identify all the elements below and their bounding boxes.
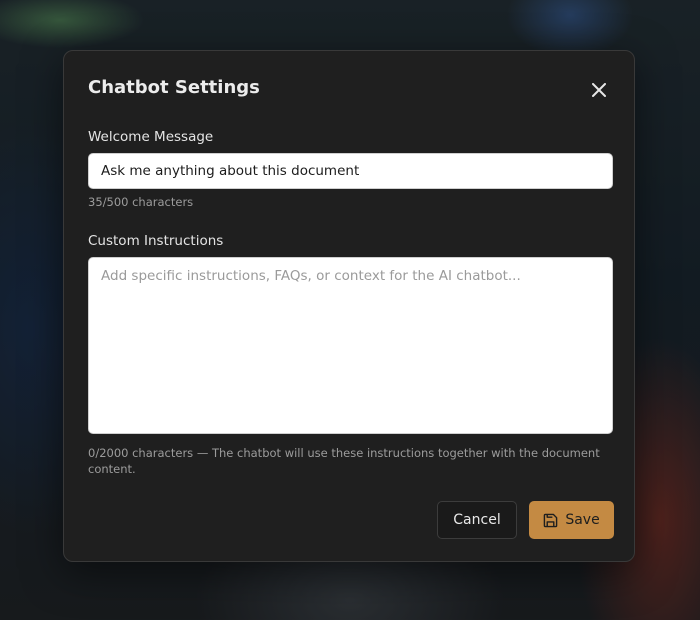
dialog-title: Chatbot Settings [88,77,260,98]
welcome-message-label: Welcome Message [88,129,214,145]
close-icon [592,83,606,97]
welcome-message-input[interactable] [88,153,613,189]
save-icon [544,513,558,527]
save-button[interactable]: Save [529,501,614,539]
cancel-button[interactable]: Cancel [437,501,517,539]
save-button-label: Save [565,512,600,528]
custom-instructions-textarea[interactable] [88,257,613,434]
close-button[interactable] [588,79,610,101]
welcome-char-count: 35/500 characters [88,195,194,209]
instructions-hint: 0/2000 characters — The chatbot will use… [88,446,600,476]
custom-instructions-label: Custom Instructions [88,233,224,249]
chatbot-settings-dialog: Chatbot Settings Welcome Message 35/500 … [63,50,635,562]
cancel-button-label: Cancel [453,512,501,528]
